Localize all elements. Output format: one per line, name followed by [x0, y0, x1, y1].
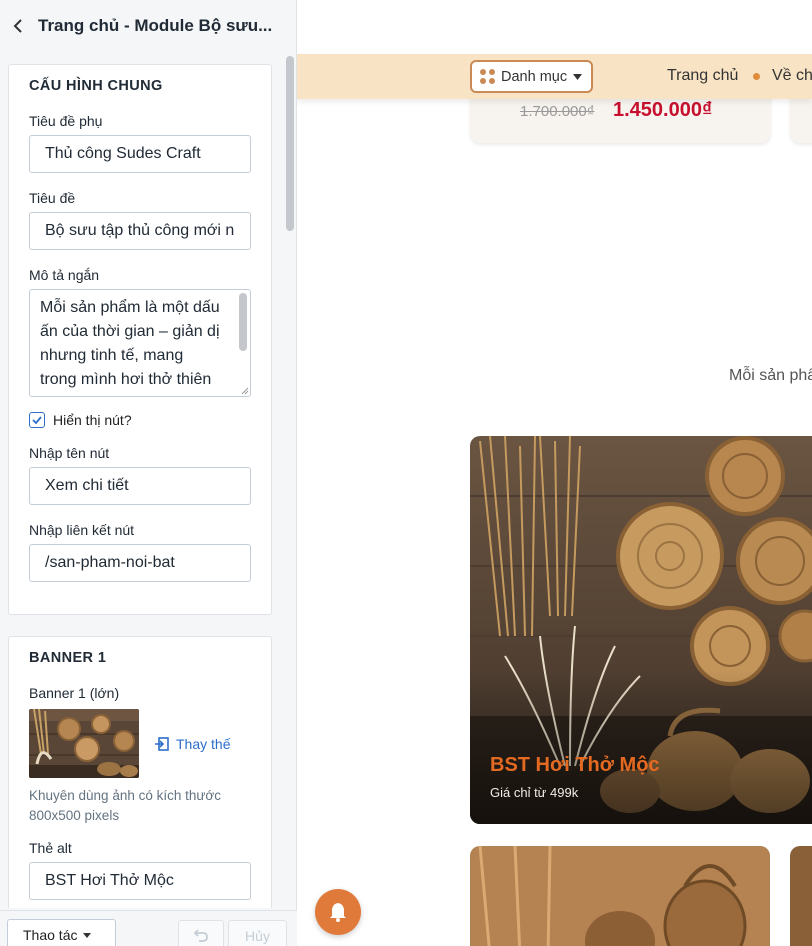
sale-price: 1.450.000₫ — [613, 99, 713, 121]
button-link-label: Nhập liên kết nút — [29, 522, 135, 538]
old-price: 1.700.000₫ — [520, 103, 595, 120]
banner-small[interactable] — [790, 846, 812, 946]
banner1-thumbnail — [29, 709, 139, 778]
checkmark-icon — [32, 416, 42, 424]
banner-small[interactable] — [470, 846, 770, 946]
actions-label: Thao tác — [23, 927, 78, 943]
undo-button[interactable] — [178, 920, 224, 946]
general-config-card: CẤU HÌNH CHUNG Tiêu đề phụ Thủ công Sude… — [8, 64, 272, 615]
banner-subtitle: Giá chỉ từ 499k — [490, 785, 579, 800]
settings-scroll-area[interactable]: CẤU HÌNH CHUNG Tiêu đề phụ Thủ công Sude… — [0, 56, 283, 908]
settings-panel: Trang chủ - Module Bộ sưu... CẤU HÌNH CH… — [0, 0, 297, 946]
banner1-image-label: Banner 1 (lớn) — [29, 685, 120, 701]
replace-icon — [155, 736, 169, 751]
caret-down-icon — [83, 932, 92, 938]
bell-icon — [330, 903, 346, 922]
nav-separator-dot — [753, 73, 760, 80]
banner-title: BST Hơi Thở Mộc — [490, 754, 660, 776]
chevron-left-icon — [13, 19, 22, 33]
description-line: ấn của thời gian – giản dị — [40, 323, 220, 340]
panel-title: Trang chủ - Module Bộ sưu... — [38, 16, 273, 35]
category-label: Danh mục — [501, 68, 568, 85]
subtitle-label: Tiêu đề phụ — [29, 113, 103, 129]
cancel-button[interactable]: Hủy — [228, 920, 287, 946]
store-navbar: Danh mục Trang chủ Về ch — [297, 54, 812, 99]
show-button-label: Hiển thị nút? — [53, 412, 132, 428]
section-title-general: CẤU HÌNH CHUNG — [29, 78, 163, 94]
replace-image-button[interactable]: Thay thế — [154, 736, 230, 752]
show-button-checkbox[interactable] — [29, 412, 45, 428]
banner1-card: BANNER 1 Banner 1 (lớn) Thay thế Khuyên … — [8, 636, 272, 908]
show-button-toggle[interactable]: Hiển thị nút? — [29, 412, 251, 428]
panel-footer: Thao tác Hủy — [0, 910, 297, 946]
description-line: Mỗi sản phẩm là một dấu — [40, 299, 220, 316]
collection-description: Mỗi sản phẩ — [729, 367, 812, 384]
description-textarea[interactable]: Mỗi sản phẩm là một dấu ấn của thời gian… — [29, 289, 251, 397]
resize-grip-icon[interactable] — [240, 386, 249, 395]
preview-header-area — [297, 0, 812, 54]
grid-dots-icon — [480, 69, 495, 84]
title-input[interactable]: Bộ sưu tập thủ công mới n — [29, 212, 251, 250]
panel-header: Trang chủ - Module Bộ sưu... — [0, 0, 296, 52]
notification-button[interactable] — [315, 889, 361, 935]
button-name-input[interactable]: Xem chi tiết — [29, 467, 251, 505]
back-button[interactable] — [10, 18, 26, 34]
category-menu-button[interactable]: Danh mục — [470, 60, 593, 93]
section-title-banner1: BANNER 1 — [29, 650, 107, 666]
banner-small-image — [470, 846, 770, 946]
store-preview: Danh mục Trang chủ Về ch 1.700.000₫ 1.45… — [297, 0, 812, 946]
banner-small-image — [790, 846, 812, 946]
undo-icon — [193, 929, 208, 942]
button-name-label: Nhập tên nút — [29, 445, 110, 461]
description-line: trong mình hơi thở thiên — [40, 371, 212, 388]
image-size-hint: Khuyên dùng ảnh có kích thước 800x500 pi… — [29, 788, 222, 823]
actions-dropdown-button[interactable]: Thao tác — [7, 919, 116, 946]
caret-down-icon — [573, 73, 583, 80]
alt-input[interactable]: BST Hơi Thở Mộc — [29, 862, 251, 900]
panel-scrollbar-thumb[interactable] — [286, 56, 294, 231]
banner-large[interactable]: BST Hơi Thở Mộc Giá chỉ từ 499k — [470, 436, 812, 824]
nav-link-about[interactable]: Về ch — [772, 67, 812, 85]
panel-scrollbar[interactable] — [285, 56, 295, 908]
description-label: Mô tả ngắn — [29, 267, 100, 283]
alt-label: Thẻ alt — [29, 840, 72, 856]
title-label: Tiêu đề — [29, 190, 76, 206]
button-link-input[interactable]: /san-pham-noi-bat — [29, 544, 251, 582]
subtitle-input[interactable]: Thủ công Sudes Craft — [29, 135, 251, 173]
replace-label: Thay thế — [176, 735, 231, 752]
textarea-scrollbar[interactable] — [239, 293, 247, 351]
nav-link-home[interactable]: Trang chủ — [667, 67, 738, 85]
banner1-image-row: Thay thế — [29, 709, 251, 778]
description-line: nhưng tinh tế, mang — [40, 347, 184, 364]
